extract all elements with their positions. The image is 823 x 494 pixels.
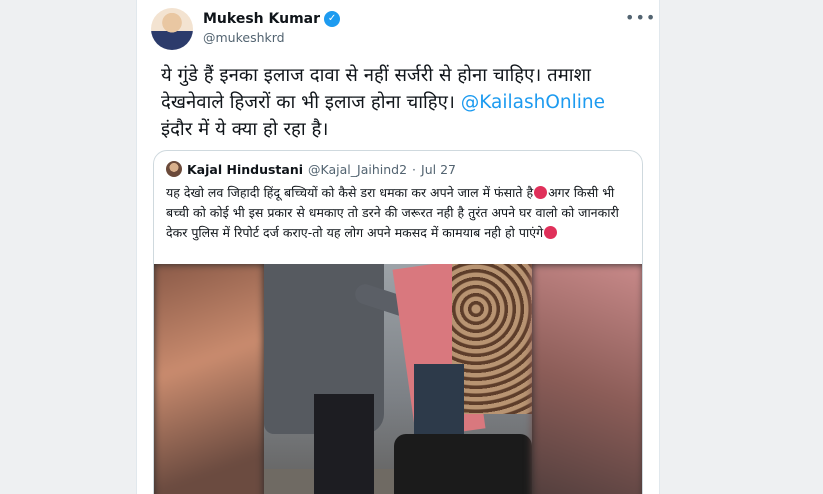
tweet-text: ये गुंडे हैं इनका इलाज दावा से नहीं सर्ज…	[161, 62, 643, 143]
author-handle[interactable]: @mukeshkrd	[203, 30, 340, 45]
quoted-media-video[interactable]	[154, 264, 642, 494]
quoted-text-part1: यह देखो लव जिहादी हिंदू बच्चियों को कैसे…	[166, 185, 534, 200]
photo-person-pattern	[452, 264, 532, 414]
angry-face-icon	[534, 186, 548, 199]
angry-face-icon	[544, 226, 558, 239]
verified-badge-icon: ✓	[324, 11, 341, 27]
quoted-author-avatar[interactable]	[166, 161, 182, 177]
media-blur-left	[154, 264, 264, 494]
mention-link[interactable]: @KailashOnline	[461, 92, 605, 113]
media-photo	[264, 264, 532, 494]
photo-bike	[394, 434, 532, 494]
quoted-tweet-text: यह देखो लव जिहादी हिंदू बच्चियों को कैसे…	[166, 183, 634, 243]
media-blur-right	[532, 264, 642, 494]
photo-person-pants	[314, 394, 374, 494]
author-name-row[interactable]: Mukesh Kumar ✓	[203, 11, 341, 27]
quoted-author-handle[interactable]: @Kajal_Jaihind2	[308, 162, 407, 177]
tweet-text-line2: देखनेवाले हिजरों का भी इलाज होना चाहिए।	[161, 92, 461, 113]
author-avatar[interactable]	[151, 8, 193, 50]
author-name[interactable]: Mukesh Kumar	[203, 11, 320, 27]
quoted-tweet[interactable]: Kajal Hindustani @Kajal_Jaihind2 · Jul 2…	[153, 150, 643, 494]
quoted-date[interactable]: Jul 27	[421, 162, 456, 177]
quoted-tweet-header: Kajal Hindustani @Kajal_Jaihind2 · Jul 2…	[166, 161, 456, 177]
quoted-author-name[interactable]: Kajal Hindustani	[187, 162, 303, 177]
author-info: Mukesh Kumar ✓ @mukeshkrd	[203, 11, 341, 45]
tweet-card[interactable]: Mukesh Kumar ✓ @mukeshkrd ••• ये गुंडे ह…	[136, 0, 660, 494]
more-options-icon[interactable]: •••	[625, 8, 656, 27]
tweet-text-line3: इंदौर में ये क्या हो रहा है।	[161, 119, 329, 140]
tweet-text-line1: ये गुंडे हैं इनका इलाज दावा से नहीं सर्ज…	[161, 65, 591, 86]
quoted-separator: ·	[412, 161, 417, 177]
